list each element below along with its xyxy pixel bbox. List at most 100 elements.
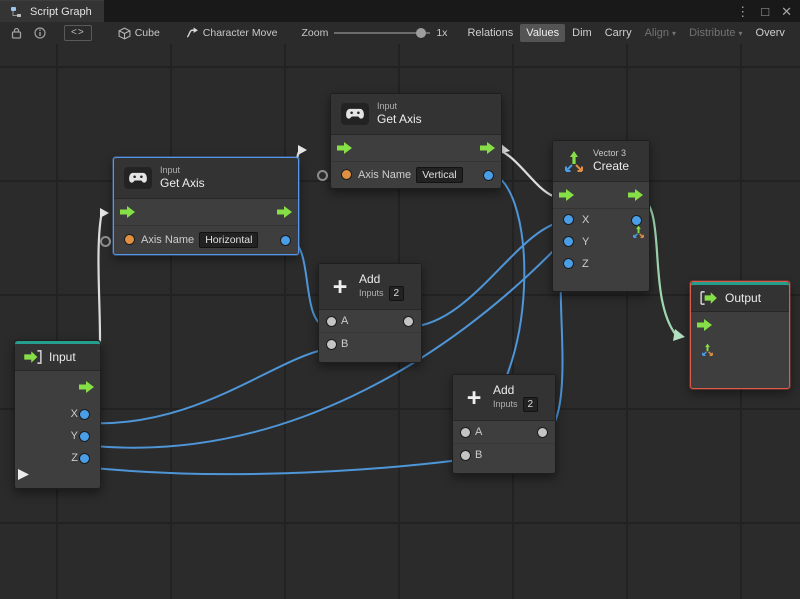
row-label: A: [475, 426, 483, 439]
string-in-port[interactable]: [124, 234, 135, 246]
zoom-slider-handle[interactable]: [416, 28, 427, 38]
node-header[interactable]: Vector 3 Create: [553, 141, 649, 182]
script-context[interactable]: Character Move: [186, 27, 278, 40]
flow-out-port[interactable]: [628, 188, 643, 201]
string-in-port[interactable]: [341, 169, 352, 181]
y-row: Y: [553, 225, 649, 253]
flow-in-port[interactable]: [697, 319, 712, 332]
node-add-2[interactable]: + Add Inputs 2 A B: [452, 374, 556, 475]
value-in-port-b[interactable]: [326, 339, 337, 351]
axis-name-field[interactable]: Horizontal: [199, 231, 259, 248]
dim-button[interactable]: Dim: [566, 24, 598, 42]
input-row-b: B: [453, 443, 555, 466]
unconnected-port-indicator[interactable]: [317, 170, 328, 181]
output-icon: [700, 291, 717, 306]
gamepad-icon: [124, 166, 152, 189]
chevron-down-icon: ▾: [738, 29, 743, 38]
y-out-port[interactable]: [79, 431, 90, 443]
value-in-port-a[interactable]: [326, 316, 337, 328]
input-icon: [24, 350, 42, 365]
flow-row: [114, 199, 298, 225]
node-header[interactable]: Input Get Axis: [331, 94, 501, 135]
overview-button[interactable]: Overv: [750, 24, 791, 42]
node-header[interactable]: Input Get Axis: [114, 158, 298, 199]
value-row: [691, 338, 789, 360]
node-header[interactable]: Input: [15, 344, 100, 372]
lock-icon[interactable]: [8, 25, 24, 41]
input-row-b: B: [319, 332, 421, 355]
node-graph-input[interactable]: Input X Y Z: [14, 340, 101, 489]
gamepad-icon: [341, 102, 369, 125]
distribute-button[interactable]: Distribute ▾: [683, 24, 748, 42]
tab-script-graph[interactable]: Script Graph: [0, 0, 104, 22]
node-title: Output: [725, 291, 762, 305]
row-label: Z: [71, 452, 78, 465]
gameobject-context[interactable]: Cube: [118, 26, 160, 40]
node-graph-output[interactable]: Output: [690, 281, 790, 389]
graph-canvas[interactable]: Input Get Axis Axis Name Vertical Input …: [0, 44, 800, 599]
resize-handle-icon[interactable]: [18, 469, 29, 480]
x-in-port[interactable]: [563, 214, 574, 226]
values-button[interactable]: Values: [520, 24, 566, 42]
node-header[interactable]: + Add Inputs 2: [453, 375, 555, 422]
node-header[interactable]: + Add Inputs 2: [319, 264, 421, 311]
value-out-port[interactable]: [483, 169, 494, 181]
tab-title: Script Graph: [30, 5, 92, 18]
value-in-port-b[interactable]: [460, 450, 471, 462]
node-get-axis-horizontal[interactable]: Input Get Axis Axis Name Horizontal: [113, 157, 299, 255]
inputs-count-field[interactable]: 2: [388, 286, 405, 302]
script-machine-icon: [186, 27, 198, 37]
node-get-axis-vertical[interactable]: Input Get Axis Axis Name Vertical: [330, 93, 502, 189]
zoom-slider[interactable]: [334, 27, 431, 39]
sum-out-port[interactable]: [403, 316, 414, 328]
flow-out-port[interactable]: [277, 205, 292, 218]
row-label: B: [341, 338, 349, 351]
gameobject-label: Cube: [134, 27, 160, 39]
z-in-port[interactable]: [563, 258, 574, 270]
flow-in-port[interactable]: [337, 141, 352, 154]
node-title: Add: [493, 383, 515, 397]
flow-out-port[interactable]: [480, 141, 495, 154]
flow-in-port[interactable]: [120, 205, 135, 218]
relations-button[interactable]: Relations: [461, 24, 519, 42]
node-title: Get Axis: [377, 112, 422, 127]
maximize-icon[interactable]: □: [761, 5, 769, 18]
carry-button[interactable]: Carry: [599, 24, 638, 42]
cube-icon: [118, 26, 131, 40]
sum-out-port[interactable]: [537, 427, 548, 439]
code-view-toggle[interactable]: <>: [64, 25, 92, 41]
input-row-a: A: [453, 421, 555, 443]
flow-out-port[interactable]: [79, 381, 94, 394]
node-kind: Input: [377, 101, 398, 111]
value-in-port-a[interactable]: [460, 427, 471, 439]
node-add-1[interactable]: + Add Inputs 2 A B: [318, 263, 422, 364]
node-vector3-create[interactable]: Vector 3 Create X Y Z: [552, 140, 650, 292]
menu-kebab-icon[interactable]: ⋮: [736, 5, 749, 18]
z-out-port[interactable]: [79, 453, 90, 465]
y-in-port[interactable]: [563, 236, 574, 248]
zoom-label: Zoom: [301, 27, 329, 39]
close-icon[interactable]: ✕: [781, 5, 792, 18]
value-out-port[interactable]: [280, 234, 291, 246]
flow-in-port[interactable]: [559, 188, 574, 201]
node-kind: Vector 3: [593, 148, 627, 158]
input-row-a: A: [319, 310, 421, 332]
inputs-label: Inputs: [359, 288, 384, 299]
row-label: Y: [70, 430, 78, 443]
vector3-icon: [565, 150, 583, 172]
flow-row: [691, 312, 789, 338]
tab-bar: Script Graph ⋮ □ ✕: [0, 0, 800, 22]
axis-name-field[interactable]: Vertical: [416, 166, 463, 183]
info-icon[interactable]: [32, 25, 48, 41]
align-button[interactable]: Align ▾: [639, 24, 682, 42]
script-label: Character Move: [202, 27, 278, 39]
node-title: Create: [593, 159, 630, 174]
node-header[interactable]: Output: [691, 285, 789, 313]
unconnected-port-indicator[interactable]: [100, 236, 111, 247]
row-label: A: [341, 315, 349, 328]
distribute-label: Distribute: [689, 27, 736, 39]
x-row: X: [15, 403, 100, 425]
inputs-count-field[interactable]: 2: [522, 397, 539, 413]
x-out-port[interactable]: [79, 409, 90, 421]
flow-row: [553, 182, 649, 208]
